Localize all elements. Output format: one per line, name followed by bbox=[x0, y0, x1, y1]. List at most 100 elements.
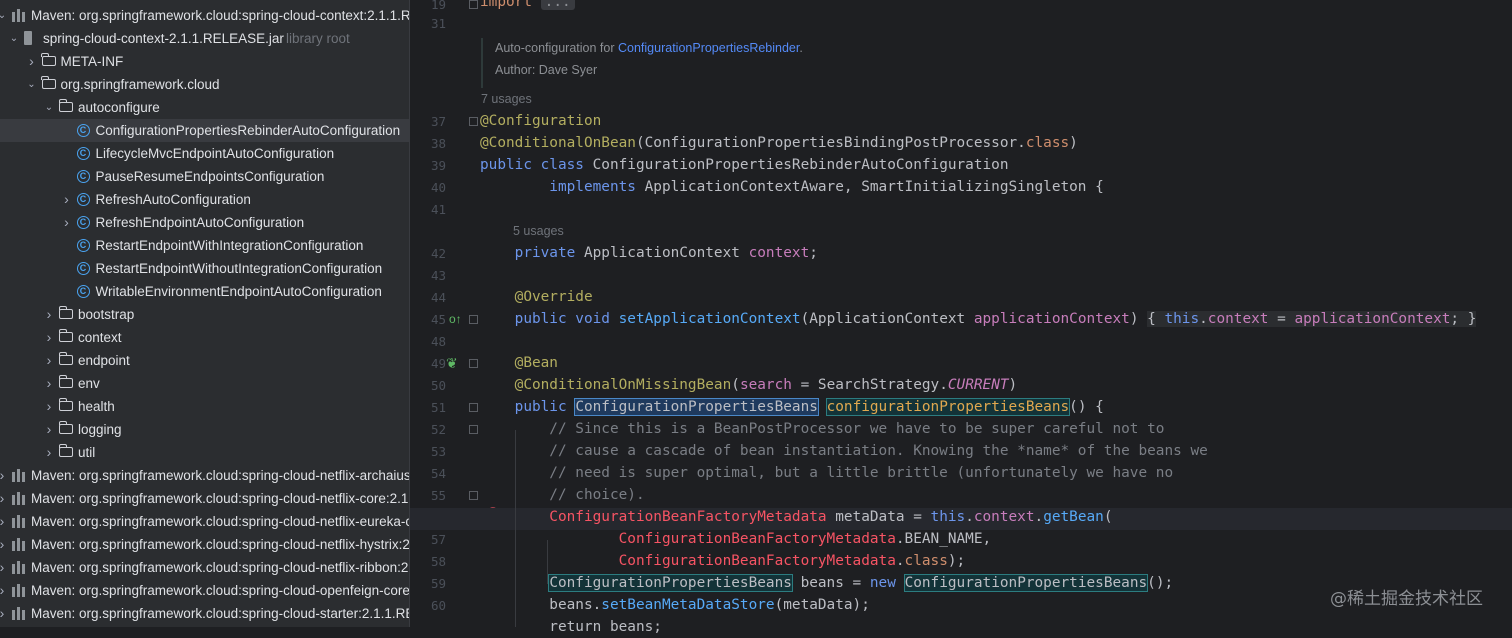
chevron-right-icon[interactable]: › bbox=[43, 303, 55, 326]
code-line[interactable]: return beans; bbox=[480, 616, 662, 638]
chevron-right-icon[interactable]: › bbox=[61, 211, 73, 234]
code-text: .BEAN_NAME, bbox=[895, 531, 992, 547]
fold-marker[interactable] bbox=[469, 425, 478, 434]
tree-item-library[interactable]: › Maven: org.springframework.cloud:spring… bbox=[0, 602, 409, 625]
code-line[interactable]: implements ApplicationContextAware, Smar… bbox=[480, 176, 1104, 198]
fold-marker[interactable] bbox=[469, 491, 478, 500]
code-line[interactable]: public class ConfigurationPropertiesRebi… bbox=[480, 154, 1009, 176]
fold-marker[interactable] bbox=[469, 315, 478, 324]
folder-icon bbox=[58, 99, 73, 112]
fold-marker[interactable] bbox=[469, 117, 478, 126]
chevron-right-icon[interactable]: › bbox=[0, 579, 8, 602]
jar-icon bbox=[24, 31, 32, 45]
folder-icon bbox=[58, 444, 73, 457]
override-gutter-icon[interactable]: o↑ bbox=[449, 312, 462, 326]
tree-item[interactable]: ⌄ org.springframework.cloud bbox=[0, 73, 409, 96]
highlighted-type[interactable]: ConfigurationPropertiesBeans bbox=[903, 574, 1149, 592]
chevron-down-icon[interactable]: ⌄ bbox=[0, 4, 8, 27]
folded-body[interactable]: { this.context = applicationContext; } bbox=[1147, 311, 1477, 327]
chevron-right-icon[interactable]: › bbox=[61, 188, 73, 211]
code-line[interactable]: @ConditionalOnMissingBean(search = Searc… bbox=[480, 374, 1018, 396]
code-line[interactable]: public void setApplicationContext(Applic… bbox=[480, 308, 1477, 330]
chevron-right-icon[interactable]: › bbox=[43, 349, 55, 372]
tree-item-class[interactable]: C PauseResumeEndpointsConfiguration bbox=[0, 165, 409, 188]
line-number: 54 bbox=[430, 466, 446, 481]
chevron-right-icon[interactable]: › bbox=[0, 556, 8, 579]
tree-item-label: Maven: org.springframework.cloud:spring-… bbox=[31, 560, 409, 575]
watermark: @稀土掘金技术社区 bbox=[1330, 589, 1483, 609]
tree-item-library[interactable]: › Maven: org.springframework.cloud:spring… bbox=[0, 579, 409, 602]
chevron-down-icon[interactable]: ⌄ bbox=[43, 96, 55, 119]
chevron-right-icon[interactable]: › bbox=[0, 487, 8, 510]
tree-item-class[interactable]: C RestartEndpointWithIntegrationConfigura… bbox=[0, 234, 409, 257]
chevron-right-icon[interactable]: › bbox=[0, 464, 8, 487]
tree-item-library[interactable]: › Maven: org.springframework.cloud:spring… bbox=[0, 464, 409, 487]
tree-item-class[interactable]: C LifecycleMvcEndpointAutoConfiguration bbox=[0, 142, 409, 165]
fold-marker[interactable] bbox=[469, 359, 478, 368]
tree-item-class[interactable]: › C RefreshAutoConfiguration bbox=[0, 188, 409, 211]
tree-item-library[interactable]: › Maven: org.springframework.cloud:spring… bbox=[0, 533, 409, 556]
code-line[interactable]: @Override bbox=[480, 286, 593, 308]
tree-item[interactable]: › health bbox=[0, 395, 409, 418]
code-line[interactable]: @ConditionalOnBean(ConfigurationProperti… bbox=[480, 132, 1078, 154]
method-name[interactable]: configurationPropertiesBeans bbox=[825, 398, 1071, 416]
tree-item-class[interactable]: C WritableEnvironmentEndpointAutoConfigur… bbox=[0, 280, 409, 303]
chevron-right-icon[interactable]: › bbox=[0, 602, 8, 625]
highlighted-type[interactable]: ConfigurationPropertiesBeans bbox=[574, 398, 819, 416]
chevron-right-icon[interactable]: › bbox=[43, 418, 55, 441]
tree-item[interactable]: › endpoint bbox=[0, 349, 409, 372]
highlighted-type[interactable]: ConfigurationPropertiesBeans bbox=[548, 574, 793, 592]
chevron-right-icon[interactable]: › bbox=[0, 533, 8, 556]
tree-item[interactable]: › bootstrap bbox=[0, 303, 409, 326]
chevron-right-icon[interactable]: › bbox=[43, 372, 55, 395]
folder-icon bbox=[58, 375, 73, 388]
code-line[interactable]: @Configuration bbox=[480, 110, 601, 132]
javadoc-link[interactable]: ConfigurationPropertiesRebinder bbox=[618, 41, 799, 55]
code-line[interactable]: import ... bbox=[480, 0, 575, 13]
tree-item[interactable]: › util bbox=[0, 441, 409, 464]
unresolved-type[interactable]: ConfigurationBeanFactoryMetadata bbox=[480, 531, 896, 547]
chevron-right-icon[interactable]: › bbox=[26, 50, 38, 73]
tree-item[interactable]: › logging bbox=[0, 418, 409, 441]
tree-item-label: logging bbox=[78, 422, 122, 437]
chevron-right-icon[interactable]: › bbox=[43, 441, 55, 464]
code-line[interactable]: public ConfigurationPropertiesBeans conf… bbox=[480, 396, 1104, 418]
tree-item[interactable]: ⌄ autoconfigure bbox=[0, 96, 409, 119]
code-line[interactable]: ConfigurationBeanFactoryMetadata metaDat… bbox=[480, 506, 1112, 528]
fold-marker[interactable] bbox=[469, 0, 478, 9]
usages-hint[interactable]: 7 usages bbox=[481, 92, 532, 106]
code-line[interactable]: @Bean bbox=[480, 352, 558, 374]
tree-item-class[interactable]: › C RefreshEndpointAutoConfiguration bbox=[0, 211, 409, 234]
code-line[interactable]: beans.setBeanMetaDataStore(metaData); bbox=[480, 594, 870, 616]
chevron-down-icon[interactable]: ⌄ bbox=[26, 73, 38, 96]
code-text: = bbox=[1268, 311, 1295, 327]
code-line[interactable]: ConfigurationPropertiesBeans beans = new… bbox=[480, 572, 1173, 594]
folded-imports[interactable]: ... bbox=[540, 0, 575, 10]
usages-hint[interactable]: 5 usages bbox=[513, 224, 564, 238]
tree-item[interactable]: › META-INF bbox=[0, 50, 409, 73]
line-number: 37 bbox=[430, 114, 446, 129]
tree-item[interactable]: ⌄ spring-cloud-context-2.1.1.RELEASE.jar l… bbox=[0, 27, 409, 50]
chevron-right-icon[interactable]: › bbox=[43, 395, 55, 418]
tree-item-library[interactable]: › Maven: org.springframework.cloud:spring… bbox=[0, 510, 409, 533]
code-line[interactable]: ConfigurationBeanFactoryMetadata.class); bbox=[480, 550, 966, 572]
tree-item-class[interactable]: C RestartEndpointWithoutIntegrationConfig… bbox=[0, 257, 409, 280]
bean-gutter-icon[interactable]: ❦ bbox=[446, 355, 458, 372]
tree-item-library[interactable]: › Maven: org.springframework.cloud:spring… bbox=[0, 556, 409, 579]
tree-item-library[interactable]: › Maven: org.springframework.cloud:spring… bbox=[0, 487, 409, 510]
fold-marker[interactable] bbox=[469, 403, 478, 412]
chevron-right-icon[interactable]: › bbox=[0, 510, 8, 533]
tree-item[interactable]: › env bbox=[0, 372, 409, 395]
unresolved-type[interactable]: ConfigurationBeanFactoryMetadata bbox=[480, 553, 896, 569]
chevron-down-icon[interactable]: ⌄ bbox=[8, 27, 20, 50]
tree-item[interactable]: › context bbox=[0, 326, 409, 349]
code-line[interactable]: private ApplicationContext context; bbox=[480, 242, 818, 264]
tree-item-library[interactable]: ⌄ Maven: org.springframework.cloud:spring… bbox=[0, 4, 409, 27]
chevron-right-icon[interactable]: › bbox=[43, 326, 55, 349]
code-text: ; bbox=[809, 245, 818, 261]
code-line[interactable]: ConfigurationBeanFactoryMetadata.BEAN_NA… bbox=[480, 528, 992, 550]
unresolved-type[interactable]: ConfigurationBeanFactoryMetadata bbox=[480, 509, 826, 525]
tree-item-class[interactable]: C ConfigurationPropertiesRebinderAutoConf… bbox=[0, 119, 409, 142]
constant: CURRENT bbox=[947, 377, 1009, 393]
